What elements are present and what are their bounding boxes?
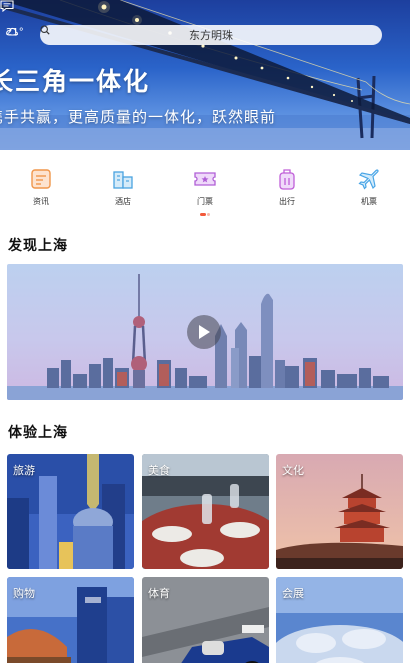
tile-exhibition[interactable]: 会展 xyxy=(276,577,403,663)
nav-item-flights[interactable]: 机票 xyxy=(328,158,410,218)
section-title-discover: 发现上海 xyxy=(8,238,68,254)
nav-item-news[interactable]: 资讯 xyxy=(0,158,82,218)
nav-label: 酒店 xyxy=(115,197,131,206)
tile-food[interactable]: 美食 xyxy=(142,454,269,569)
play-icon xyxy=(199,325,210,339)
tile-label: 文化 xyxy=(282,464,304,477)
tile-culture[interactable]: 文化 xyxy=(276,454,403,569)
hero-banner[interactable]: 21° 东方明珠 长三角一体化 携手共赢，更高质量的一体化，跃然眼前 xyxy=(0,0,410,150)
search-text: 东方明珠 xyxy=(189,29,233,42)
cloud-icon xyxy=(6,27,18,36)
ticket-icon xyxy=(194,172,216,186)
tile-label: 购物 xyxy=(13,587,35,600)
app-home-screen: 21° 东方明珠 长三角一体化 携手共赢，更高质量的一体化，跃然眼前 资讯 酒店… xyxy=(0,0,410,663)
nav-label: 门票 xyxy=(197,197,213,206)
hotel-icon xyxy=(113,171,133,189)
play-button[interactable] xyxy=(187,315,221,349)
tile-label: 体育 xyxy=(148,587,170,600)
luggage-icon xyxy=(279,169,295,190)
page-indicator-active xyxy=(200,213,206,216)
nav-item-hotel[interactable]: 酒店 xyxy=(82,158,164,218)
tile-label: 美食 xyxy=(148,464,170,477)
nav-item-travel[interactable]: 出行 xyxy=(246,158,328,218)
airplane-icon xyxy=(358,169,379,190)
search-icon xyxy=(40,25,50,35)
section-title-experience: 体验上海 xyxy=(8,425,68,441)
hero-title: 长三角一体化 xyxy=(0,67,151,96)
tile-label: 旅游 xyxy=(13,464,35,477)
page-indicator xyxy=(200,213,210,216)
nav-label: 机票 xyxy=(361,197,377,206)
search-bar[interactable]: 东方明珠 xyxy=(40,25,382,45)
category-nav: 资讯 酒店 门票 出行 机票 xyxy=(0,158,410,218)
tile-sports[interactable]: 体育 xyxy=(142,577,269,663)
nav-label: 资讯 xyxy=(33,197,49,206)
message-icon[interactable] xyxy=(0,0,14,12)
hero-subtitle: 携手共赢，更高质量的一体化，跃然眼前 xyxy=(0,108,277,126)
tile-tourism[interactable]: 旅游 xyxy=(7,454,134,569)
weather-widget[interactable]: 21° xyxy=(6,27,24,38)
page-indicator-dot xyxy=(207,213,210,216)
tile-shopping[interactable]: 购物 xyxy=(7,577,134,663)
news-icon xyxy=(31,169,51,189)
tile-label: 会展 xyxy=(282,587,304,600)
nav-label: 出行 xyxy=(279,197,295,206)
nav-item-tickets[interactable]: 门票 xyxy=(164,158,246,218)
